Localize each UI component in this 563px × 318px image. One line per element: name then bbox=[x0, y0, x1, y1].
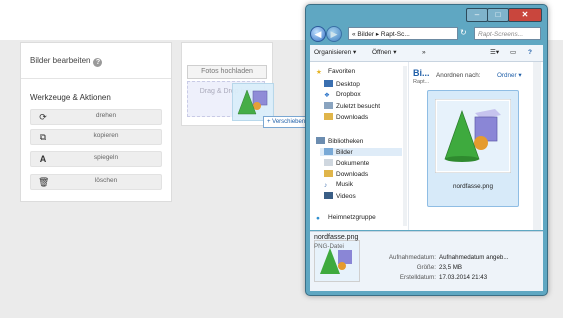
view-options-icon[interactable]: ☰▾ bbox=[490, 45, 499, 61]
nav-desktop[interactable]: Desktop bbox=[324, 80, 360, 88]
nav-favorites[interactable]: ★ Favoriten bbox=[316, 68, 356, 76]
mirror-label: spiegeln bbox=[93, 154, 119, 161]
nav-documents-label: Dokumente bbox=[336, 160, 370, 167]
forward-icon[interactable]: ▶ bbox=[326, 26, 342, 42]
nav-documents[interactable]: Dokumente bbox=[324, 159, 369, 167]
organize-menu[interactable]: Organisieren ▾ bbox=[314, 45, 356, 61]
details-size-value: 23,5 MB bbox=[439, 264, 463, 271]
search-input[interactable]: Rapt-Screens... bbox=[474, 27, 541, 40]
details-size-label: Größe: bbox=[416, 264, 436, 271]
nav-libraries-label: Bibliotheken bbox=[328, 138, 364, 145]
nav-homegroup[interactable]: ● Heimnetzgruppe bbox=[316, 214, 376, 222]
preview-pane-icon[interactable]: ▭ bbox=[510, 45, 516, 61]
mirror-button[interactable]: A spiegeln bbox=[30, 151, 162, 167]
nav-downloads-lib[interactable]: Downloads bbox=[324, 170, 368, 178]
open-menu[interactable]: Öffnen ▾ bbox=[372, 45, 396, 61]
music-icon: ♪ bbox=[324, 182, 328, 189]
rotate-icon: ⟳ bbox=[39, 112, 47, 122]
divider bbox=[21, 78, 171, 79]
rotate-label: drehen bbox=[95, 112, 117, 119]
file-item[interactable]: nordfasse.png bbox=[427, 90, 519, 207]
arrange-dropdown[interactable]: Ordner ▾ bbox=[497, 72, 522, 79]
minimize-button[interactable]: – bbox=[466, 8, 488, 22]
library-subtitle: Rapt... bbox=[413, 79, 430, 85]
video-icon bbox=[324, 192, 333, 199]
trash-icon: 🗑 bbox=[38, 177, 50, 187]
explorer-toolbar: Organisieren ▾ Öffnen ▾ » ☰▾ ▭ ? bbox=[310, 45, 543, 62]
panel-title: Bilder bearbeiten? bbox=[30, 56, 103, 67]
file-scrollbar[interactable] bbox=[533, 62, 541, 230]
nav-dropbox-label: Dropbox bbox=[336, 91, 361, 98]
move-tooltip: + Verschieben bbox=[263, 116, 310, 128]
details-date-label: Aufnahmedatum: bbox=[388, 254, 436, 261]
file-pane: Bi... Rapt... Anordnen nach: Ordner ▾ no… bbox=[409, 62, 543, 230]
nav-music[interactable]: ♪ Musik bbox=[324, 181, 353, 189]
image-thumbnail-icon bbox=[435, 99, 511, 173]
copy-label: kopieren bbox=[93, 132, 119, 139]
nav-dropbox[interactable]: ❖ Dropbox bbox=[324, 91, 361, 99]
details-pane: nordfasse.png PNG-Datei Aufnahmedatum: A… bbox=[310, 231, 543, 291]
back-icon[interactable]: ◀ bbox=[310, 26, 326, 42]
explorer-content: ★ Favoriten Desktop ❖ Dropbox Zuletzt besu… bbox=[310, 62, 543, 230]
maximize-button[interactable]: □ bbox=[487, 8, 509, 22]
nav-scrollbar[interactable] bbox=[403, 66, 407, 226]
nav-libraries[interactable]: Bibliotheken bbox=[316, 137, 363, 145]
help-icon[interactable]: ? bbox=[528, 45, 532, 61]
details-file-name: nordfasse.png bbox=[314, 234, 359, 241]
copy-button[interactable]: ⧉ kopieren bbox=[30, 129, 162, 145]
pictures-icon bbox=[324, 148, 333, 155]
desktop-icon bbox=[324, 80, 333, 87]
recent-icon bbox=[324, 102, 333, 109]
nav-downloads[interactable]: Downloads bbox=[324, 113, 368, 121]
details-file-type: PNG-Datei bbox=[314, 243, 344, 250]
arrange-label: Anordnen nach: bbox=[436, 72, 481, 79]
nav-homegroup-label: Heimnetzgruppe bbox=[328, 214, 376, 221]
dropbox-icon: ❖ bbox=[324, 92, 330, 99]
file-name: nordfasse.png bbox=[453, 183, 493, 190]
details-created-value: 17.03.2014 21:43 bbox=[439, 274, 488, 281]
nav-videos-label: Videos bbox=[336, 193, 356, 200]
navigation-pane: ★ Favoriten Desktop ❖ Dropbox Zuletzt besu… bbox=[310, 62, 409, 230]
nav-downloads-lib-label: Downloads bbox=[336, 171, 369, 178]
nav-music-label: Musik bbox=[336, 181, 353, 188]
section-title: Werkzeuge & Aktionen bbox=[30, 93, 111, 102]
star-icon: ★ bbox=[316, 69, 322, 76]
copy-icon: ⧉ bbox=[39, 132, 47, 142]
nav-downloads-label: Downloads bbox=[336, 114, 369, 121]
details-date-value: Aufnahmedatum angeb... bbox=[439, 254, 509, 261]
library-icon bbox=[316, 137, 325, 144]
delete-label: löschen bbox=[94, 177, 118, 184]
panel-title-text: Bilder bearbeiten bbox=[30, 56, 91, 65]
nav-recent[interactable]: Zuletzt besucht bbox=[324, 102, 380, 110]
nav-favorites-label: Favoriten bbox=[328, 68, 356, 75]
delete-button[interactable]: 🗑 löschen bbox=[30, 174, 162, 190]
homegroup-icon: ● bbox=[316, 215, 320, 222]
image-edit-panel: Bilder bearbeiten? Werkzeuge & Aktionen … bbox=[20, 42, 172, 202]
document-icon bbox=[324, 159, 333, 166]
library-title: Bi... bbox=[413, 68, 430, 78]
close-button[interactable]: ✕ bbox=[508, 8, 542, 22]
details-created-label: Erstelldatum: bbox=[399, 274, 436, 281]
address-bar[interactable]: « Bilder ▸ Rapt-Sc... bbox=[348, 27, 458, 40]
help-icon[interactable]: ? bbox=[93, 58, 103, 67]
image-thumbnail-icon bbox=[233, 84, 273, 120]
nav-recent-label: Zuletzt besucht bbox=[336, 103, 381, 110]
nav-bilder[interactable]: Bilder bbox=[320, 148, 402, 156]
refresh-icon[interactable]: ↻ bbox=[460, 28, 467, 37]
folder-icon bbox=[324, 170, 333, 177]
nav-videos[interactable]: Videos bbox=[324, 192, 356, 200]
nav-bilder-label: Bilder bbox=[336, 149, 353, 156]
folder-icon bbox=[324, 113, 333, 120]
rotate-button[interactable]: ⟳ drehen bbox=[30, 109, 162, 125]
navigation-bar: ◀ ▶ « Bilder ▸ Rapt-Sc... ↻ Rapt-Screens… bbox=[310, 25, 543, 43]
upload-button[interactable]: Fotos hochladen bbox=[187, 65, 267, 79]
nav-desktop-label: Desktop bbox=[336, 81, 360, 88]
mirror-icon: A bbox=[39, 154, 47, 164]
more-menu[interactable]: » bbox=[422, 45, 426, 61]
explorer-window[interactable]: – □ ✕ ◀ ▶ « Bilder ▸ Rapt-Sc... ↻ Rapt-S… bbox=[305, 4, 548, 296]
